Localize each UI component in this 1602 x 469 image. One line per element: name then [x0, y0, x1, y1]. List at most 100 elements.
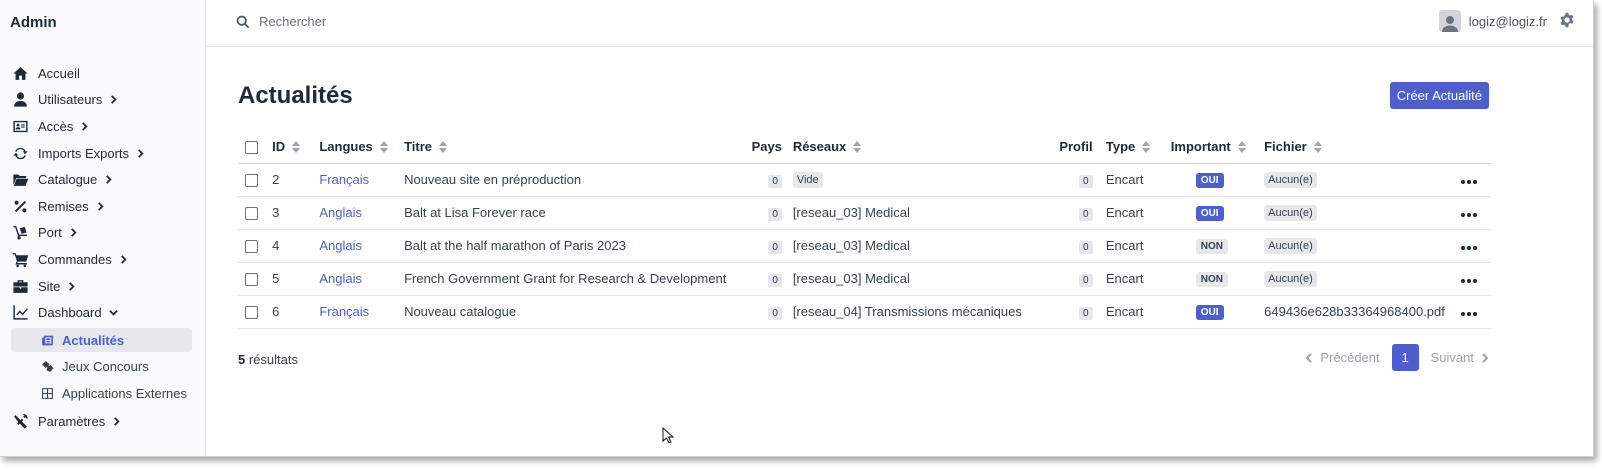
row-checkbox[interactable] — [245, 273, 258, 287]
cell-type: Encart — [1105, 262, 1171, 296]
sort-icon[interactable] — [853, 141, 862, 154]
sort-icon[interactable] — [379, 141, 388, 154]
sidebar-subitem-actualites[interactable]: Actualités — [11, 328, 192, 353]
search-bar — [236, 14, 559, 29]
row-actions-menu-icon[interactable] — [1461, 213, 1477, 217]
previous-page-button[interactable]: Précédent — [1305, 350, 1380, 365]
row-actions-menu-icon[interactable] — [1461, 246, 1477, 250]
table-row[interactable]: 5 Anglais French Government Grant for Re… — [238, 262, 1491, 296]
sidebar-item-site[interactable]: Site — [0, 273, 205, 300]
sidebar-item-acces[interactable]: Accès — [0, 113, 205, 140]
page-title: Actualités — [238, 82, 353, 109]
sidebar-item-catalogue[interactable]: Catalogue — [0, 166, 205, 193]
row-checkbox[interactable] — [245, 306, 258, 320]
cell-langue-link[interactable]: Français — [319, 172, 369, 187]
column-header-id[interactable]: ID — [272, 130, 320, 164]
sidebar-item-accueil[interactable]: Accueil — [0, 60, 205, 87]
row-checkbox[interactable] — [245, 174, 258, 188]
sort-icon[interactable] — [1237, 141, 1246, 154]
chevron-right-icon — [69, 228, 79, 238]
sidebar-item-commandes[interactable]: Commandes — [0, 246, 205, 273]
page-button-current[interactable]: 1 — [1391, 344, 1419, 371]
cell-id: 2 — [272, 163, 320, 197]
cell-langue-link[interactable]: Anglais — [319, 238, 362, 253]
sync-icon — [11, 145, 29, 161]
sidebar-subitem-jeux-concours[interactable]: Jeux Concours — [11, 355, 192, 379]
sidebar-item-label: Catalogue — [38, 172, 98, 188]
sidebar-item-label: Dashboard — [38, 305, 102, 321]
user-email[interactable]: logiz@logiz.fr — [1469, 14, 1547, 29]
column-header-type[interactable]: Type — [1105, 130, 1171, 164]
sort-icon[interactable] — [292, 141, 301, 154]
cell-profil-count: 0 — [1079, 207, 1093, 221]
cell-langue-link[interactable]: Anglais — [319, 205, 362, 220]
folder-open-icon — [11, 172, 29, 188]
sidebar-nav: Accueil Utilisateurs Accès Imports Expor… — [0, 60, 205, 435]
row-actions-menu-icon[interactable] — [1461, 180, 1477, 184]
table-row[interactable]: 6 Français Nouveau catalogue 0 [reseau_0… — [238, 295, 1491, 329]
row-checkbox[interactable] — [245, 207, 258, 221]
table-row[interactable]: 2 Français Nouveau site en préproduction… — [238, 163, 1491, 197]
table-header-row: ID Langues Titre Pays Réseaux Profil Typ… — [238, 130, 1491, 164]
results-count: 5 résultats — [238, 352, 298, 367]
column-header-pays: Pays — [737, 130, 782, 164]
column-header-langues[interactable]: Langues — [319, 130, 405, 164]
select-all-checkbox[interactable] — [245, 140, 258, 154]
sidebar-item-label: Paramètres — [38, 413, 106, 429]
avatar[interactable] — [1438, 10, 1461, 32]
cell-pays-count: 0 — [768, 240, 782, 254]
column-header-reseaux[interactable]: Réseaux — [792, 130, 1050, 164]
sidebar-item-utilisateurs[interactable]: Utilisateurs — [0, 87, 205, 114]
chevron-right-icon — [136, 148, 146, 158]
sidebar: Admin Accueil Utilisateurs Accès Imports… — [0, 0, 206, 456]
cell-reseaux: [reseau_03] Medical — [792, 271, 910, 286]
cell-profil-count: 0 — [1079, 174, 1093, 188]
column-header-important[interactable]: Important — [1170, 130, 1265, 164]
row-checkbox[interactable] — [245, 240, 258, 254]
row-actions-menu-icon[interactable] — [1461, 312, 1477, 316]
user-icon — [1441, 16, 1458, 32]
gear-icon[interactable] — [1559, 12, 1575, 31]
create-actualite-button[interactable]: Créer Actualité — [1389, 82, 1489, 109]
cell-reseaux: [reseau_03] Medical — [792, 205, 910, 220]
chevron-right-icon — [80, 121, 90, 131]
home-icon — [11, 65, 29, 81]
cell-profil-count: 0 — [1079, 306, 1093, 320]
mouse-cursor-icon — [662, 426, 675, 447]
cell-langue-link[interactable]: Anglais — [319, 271, 362, 286]
sidebar-item-port[interactable]: Port — [0, 220, 205, 247]
cell-titre: Nouveau site en préproduction — [404, 163, 738, 197]
briefcase-icon — [11, 278, 29, 294]
sidebar-item-parametres[interactable]: Paramètres — [0, 408, 205, 435]
cell-id: 5 — [272, 262, 320, 296]
cell-profil-count: 0 — [1079, 273, 1093, 287]
cell-titre: Balt at Lisa Forever race — [404, 196, 738, 230]
sidebar-item-dashboard[interactable]: Dashboard — [0, 299, 205, 326]
table-row[interactable]: 3 Anglais Balt at Lisa Forever race 0 [r… — [238, 196, 1491, 230]
sort-icon[interactable] — [439, 141, 447, 154]
cell-id: 3 — [272, 196, 320, 230]
sidebar-item-remises[interactable]: Remises — [0, 193, 205, 220]
chevron-right-icon — [119, 254, 129, 264]
column-header-titre[interactable]: Titre — [404, 130, 738, 164]
cell-langue-link[interactable]: Français — [319, 304, 369, 319]
sidebar-item-imports-exports[interactable]: Imports Exports — [0, 140, 205, 167]
row-actions-menu-icon[interactable] — [1461, 279, 1477, 283]
important-badge: NON — [1195, 239, 1229, 254]
column-header-profil: Profil — [1059, 130, 1093, 164]
cell-profil-count: 0 — [1079, 240, 1093, 254]
brand-title: Admin — [10, 14, 57, 31]
user-menu[interactable]: logiz@logiz.fr — [1438, 10, 1575, 32]
cell-fichier[interactable]: 649436e628b33364968400.pdf — [1264, 304, 1445, 319]
chevron-right-icon — [1482, 352, 1489, 363]
search-input[interactable] — [259, 14, 559, 29]
next-page-button[interactable]: Suivant — [1431, 350, 1489, 365]
cell-titre: Nouveau catalogue — [404, 295, 738, 329]
sidebar-subitem-applications-externes[interactable]: Applications Externes — [11, 381, 192, 405]
sort-icon[interactable] — [1313, 141, 1322, 154]
column-header-fichier[interactable]: Fichier — [1264, 130, 1461, 164]
table-row[interactable]: 4 Anglais Balt at the half marathon of P… — [238, 229, 1491, 263]
search-icon — [236, 15, 250, 28]
cell-fichier: Aucun(e) — [1264, 205, 1317, 221]
sort-icon[interactable] — [1142, 141, 1151, 154]
